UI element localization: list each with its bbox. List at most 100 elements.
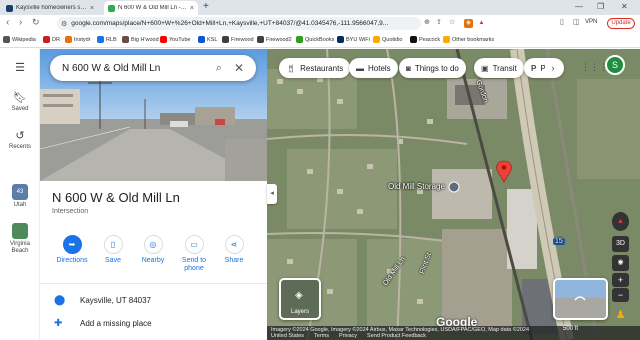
my-location-icon: ◉ — [617, 259, 624, 266]
place-panel: N 600 W & Old Mill Ln ⌕ ✕ N 600 W & Old … — [40, 49, 267, 340]
google-apps-icon[interactable]: ⋮⋮⋮ — [581, 62, 608, 73]
bookmark-firewood[interactable]: Firewood — [222, 36, 254, 43]
region-link[interactable]: United States — [271, 333, 304, 339]
address-row[interactable]: ⬤ Kaysville, UT 84037 — [54, 295, 151, 306]
nearby-button[interactable]: ◎ Nearby — [133, 235, 173, 265]
compass-icon: ▲ — [617, 218, 624, 225]
rail-recent-utah[interactable]: 43 Utah — [0, 184, 40, 208]
my-location-button[interactable]: ◉ — [612, 255, 629, 271]
rail-recents[interactable]: ↺ Recents — [0, 129, 40, 150]
minimize-icon[interactable]: — — [575, 2, 583, 11]
add-missing-place-row[interactable]: ✚ Add a missing place — [54, 318, 152, 329]
quickbooks-icon — [296, 36, 303, 43]
bookmark-big-hwood[interactable]: Big H'wood — [122, 36, 159, 43]
wikipedia-icon — [3, 36, 10, 43]
bookmark-star-icon[interactable]: ☆ — [449, 18, 455, 26]
chip-restaurants[interactable]: 🍴︎ Restaurants — [279, 58, 351, 78]
search-icon[interactable]: ⌕ — [216, 62, 222, 75]
rail-recent-virginia-beach[interactable]: Virginia Beach — [0, 223, 40, 255]
forward-icon[interactable]: › — [19, 17, 22, 28]
terms-link[interactable]: Terms — [314, 333, 329, 339]
virginia-beach-thumbnail — [12, 223, 28, 239]
update-button[interactable]: Update — [607, 18, 635, 29]
hamburger-menu-icon: ☰ — [15, 62, 25, 74]
chip-transit[interactable]: ▣ Transit — [474, 58, 524, 78]
bookmark-ksl[interactable]: KSL — [198, 36, 217, 43]
street-view-thumbnail[interactable] — [553, 278, 608, 320]
wallet-icon[interactable]: ◫ — [573, 18, 580, 26]
back-icon[interactable]: ‹ — [6, 17, 9, 28]
privacy-link[interactable]: Privacy — [339, 333, 357, 339]
save-button[interactable]: ▯ Save — [93, 235, 133, 265]
search-box[interactable]: N 600 W & Old Mill Ln ⌕ ✕ — [50, 55, 256, 81]
bookmark-other[interactable]: Other bookmarks — [443, 36, 494, 43]
browser-tab-2[interactable]: N 600 W & Old Mill Ln - Google × — [104, 1, 198, 15]
site-info-icon[interactable]: ⚙ — [61, 20, 67, 28]
scale-bar[interactable]: 500 ft — [563, 326, 578, 332]
share-button[interactable]: ⋖ Share — [214, 235, 254, 265]
maps-rail: ☰ 🔖︎ Saved ↺ Recents 43 Utah Virginia Be… — [0, 49, 40, 340]
close-tab-icon[interactable]: × — [90, 5, 94, 12]
bookmarks-bar: Wikipedia DR Instydr RLB Big H'wood YouT… — [0, 32, 640, 48]
menu-button[interactable]: ☰ — [0, 61, 40, 76]
layers-icon: ◈ — [295, 290, 303, 301]
maximize-icon[interactable]: ❐ — [597, 2, 604, 11]
browser-tab-1[interactable]: Kaysville homeowners show up in d × — [2, 1, 98, 15]
close-window-icon[interactable]: ✕ — [621, 2, 628, 11]
rlb-icon — [97, 36, 104, 43]
address-bar[interactable]: ⚙ google.com/maps/place/N+600+W+%26+Old+… — [57, 17, 421, 30]
history-icon: ↺ — [15, 130, 25, 142]
share-page-icon[interactable]: ⇪ — [436, 18, 442, 26]
bookmark-icon: ▯ — [103, 235, 123, 254]
browser-tab-strip: Kaysville homeowners show up in d × N 60… — [0, 0, 640, 15]
compass-button[interactable]: ▲ — [612, 212, 629, 231]
search-input[interactable]: N 600 W & Old Mill Ln — [62, 63, 216, 74]
vpn-button[interactable]: VPN — [585, 19, 597, 25]
layers-button[interactable]: ◈ Layers — [279, 278, 321, 320]
rail-saved[interactable]: 🔖︎ Saved — [0, 91, 40, 112]
action-buttons: ➥ Directions ▯ Save ◎ Nearby ▭ Send to p… — [40, 235, 267, 273]
bookmark-icon: 🔖︎ — [13, 92, 27, 104]
instydr-icon — [65, 36, 72, 43]
bookmark-firewood2[interactable]: Firewood2 — [257, 36, 292, 43]
sidebar-icon[interactable]: ▯ — [560, 18, 564, 26]
map-attribution: Imagery ©2024 Google, Imagery ©2024 Airb… — [267, 326, 640, 340]
street-view-photo[interactable]: N 600 W & Old Mill Ln ⌕ ✕ — [40, 49, 267, 181]
chip-things-to-do[interactable]: ◙ Things to do — [399, 58, 466, 78]
3d-toggle-button[interactable]: 3D — [612, 236, 629, 252]
bookmark-instydr[interactable]: Instydr — [65, 36, 91, 43]
bookmark-dr[interactable]: DR — [43, 36, 60, 43]
utah-thumbnail: 43 — [12, 184, 28, 200]
folder-icon — [443, 36, 450, 43]
interstate-shield: 15 — [553, 238, 565, 245]
zoom-in-button[interactable]: + — [612, 273, 629, 287]
feedback-link[interactable]: Send Product Feedback — [367, 333, 426, 339]
reload-icon[interactable]: ↻ — [32, 17, 40, 28]
bookmark-peacock[interactable]: Peacock — [410, 36, 440, 43]
bookmark-quotidio[interactable]: Quotidio — [373, 36, 403, 43]
tab-title: N 600 W & Old Mill Ln - Google — [118, 5, 187, 11]
zoom-icon[interactable]: ⊕ — [424, 18, 430, 26]
send-to-phone-button[interactable]: ▭ Send to phone — [174, 235, 214, 273]
bookmark-quickbooks[interactable]: QuickBooks — [296, 36, 334, 43]
bookmark-wikipedia[interactable]: Wikipedia — [3, 36, 36, 43]
directions-button[interactable]: ➥ Directions — [52, 235, 92, 265]
clear-search-icon[interactable]: ✕ — [234, 61, 244, 75]
bookmark-byu-wifi[interactable]: BYU WiFi — [337, 36, 370, 43]
alert-extension-icon[interactable]: ▲ — [477, 19, 486, 28]
location-pin-icon: ⬤ — [54, 295, 66, 306]
bookmark-rlb[interactable]: RLB — [97, 36, 117, 43]
extension-icon[interactable]: ◈ — [464, 19, 473, 28]
firewood-icon — [222, 36, 229, 43]
collapse-panel-button[interactable]: ◂ — [267, 184, 277, 204]
close-tab-icon[interactable]: × — [190, 5, 194, 12]
tab-title: Kaysville homeowners show up in d — [16, 5, 87, 11]
new-tab-button[interactable]: + — [203, 1, 209, 12]
chip-hotels[interactable]: ▬ Hotels — [349, 58, 398, 78]
old-mill-storage-label[interactable]: Old Mill Storage — [388, 182, 445, 191]
bookmark-youtube[interactable]: YouTube — [160, 36, 191, 43]
account-avatar[interactable]: S — [605, 55, 625, 75]
zoom-out-button[interactable]: − — [612, 288, 629, 302]
pegman-icon[interactable]: ♟ — [612, 306, 629, 324]
nearby-icon: ◎ — [143, 235, 163, 254]
